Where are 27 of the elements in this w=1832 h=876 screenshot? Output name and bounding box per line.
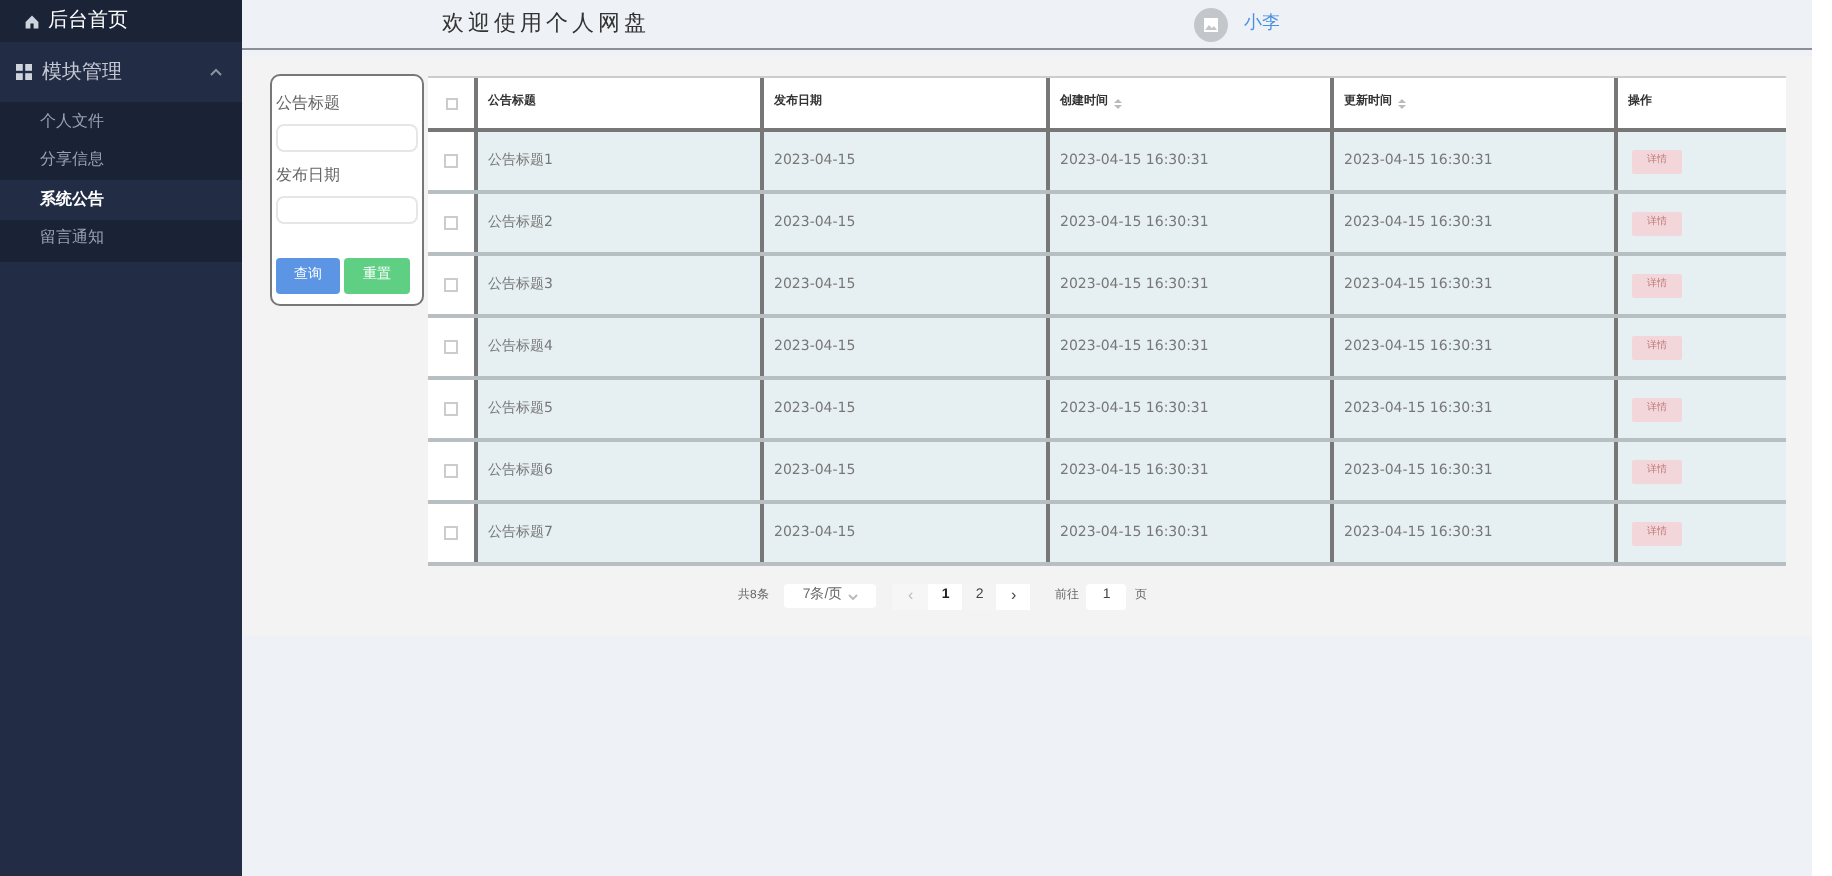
checkbox[interactable]: [444, 216, 458, 230]
grid-icon: [16, 64, 32, 80]
checkbox[interactable]: [444, 526, 458, 540]
sidebar-item[interactable]: 留言通知: [0, 219, 242, 258]
field-label: 公告标题: [276, 92, 342, 116]
input-field[interactable]: [276, 124, 418, 152]
caret-icon: [848, 593, 859, 599]
page-title: 欢迎使用个人网盘: [442, 7, 650, 40]
sort-icon[interactable]: [1398, 97, 1406, 109]
avatar-icon: [1194, 7, 1228, 41]
checkbox[interactable]: [445, 97, 457, 109]
home-icon: [24, 13, 40, 29]
checkbox[interactable]: [444, 340, 458, 354]
field-label: 发布日期: [276, 164, 342, 188]
checkbox[interactable]: [444, 464, 458, 478]
sort-icon[interactable]: [1114, 97, 1122, 109]
input-field[interactable]: [276, 196, 418, 224]
next-page-button[interactable]: ›: [996, 583, 1031, 609]
checkbox[interactable]: [444, 402, 458, 416]
sidebar-item[interactable]: 分享信息: [0, 141, 242, 180]
caret-icon: [210, 68, 222, 76]
checkbox[interactable]: [444, 278, 458, 292]
sidebar-group[interactable]: 模块管理: [0, 42, 242, 102]
sidebar-item[interactable]: 个人文件: [0, 102, 242, 141]
sidebar-home-item[interactable]: 后台首页: [0, 0, 242, 42]
sidebar-item[interactable]: 系统公告: [0, 180, 242, 219]
checkbox[interactable]: [444, 154, 458, 168]
